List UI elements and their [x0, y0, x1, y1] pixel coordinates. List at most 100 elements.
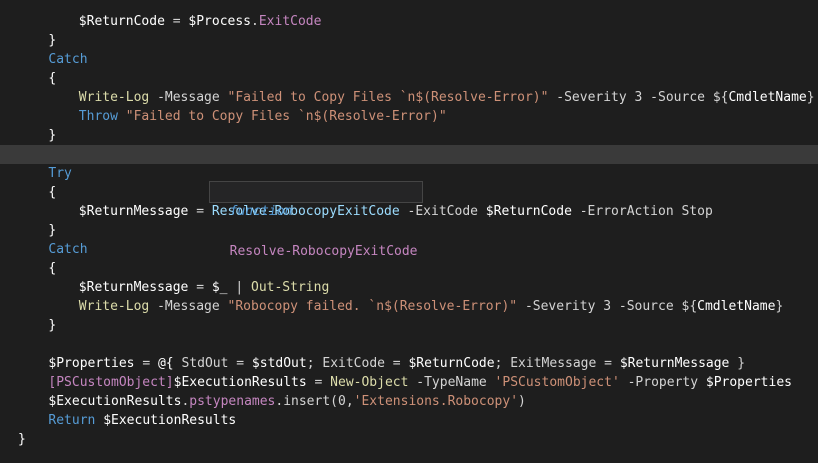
code-token: }	[48, 223, 57, 238]
code-token: Write-Log	[78, 299, 150, 314]
code-token: -ErrorAction	[571, 204, 682, 219]
code-token: }	[775, 299, 784, 314]
code-line-content: {	[48, 259, 56, 278]
code-token: {	[48, 185, 57, 200]
code-token: =	[164, 14, 189, 29]
code-token: $	[78, 204, 87, 219]
code-token: ReturnCode	[86, 14, 165, 29]
code-line[interactable]: $ExecutionResults.pstypenames.insert(0,'…	[0, 392, 818, 411]
code-line-content: Catch	[48, 240, 87, 259]
code-line[interactable]: Write-Log -Message "Robocopy failed. `n$…	[0, 297, 818, 316]
code-token: -ExitCode	[399, 204, 486, 219]
code-token: ReturnMessage	[86, 280, 189, 295]
code-line-content: Catch	[48, 50, 87, 69]
code-token: $_	[211, 280, 228, 295]
code-token: "Failed to Copy Files `n$(Resolve-Error)…	[125, 109, 447, 124]
code-line[interactable]: }	[0, 31, 818, 50]
code-token: New-Object	[330, 375, 409, 390]
code-token: $	[705, 375, 714, 390]
code-token: -Severity	[548, 90, 635, 105]
code-token: $	[619, 356, 628, 371]
code-line-content: $ExecutionResults.pstypenames.insert(0,'…	[48, 392, 525, 411]
code-line-content: {	[48, 69, 56, 88]
code-token: $	[78, 280, 87, 295]
code-token: Properties	[713, 375, 792, 390]
code-token: StdOut =	[173, 356, 252, 371]
code-token: @{	[157, 356, 174, 371]
code-token: stdOut	[259, 356, 307, 371]
code-token: .	[251, 14, 259, 29]
code-token: Return	[48, 413, 96, 428]
hover-tooltip: function Resolve-RobocopyExitCode	[209, 181, 423, 259]
code-token: ReturnCode	[416, 356, 495, 371]
code-token: ${	[681, 299, 698, 314]
code-line[interactable]	[0, 335, 818, 354]
code-token: $	[251, 356, 260, 371]
code-token: }	[806, 90, 815, 105]
code-token: ExecutionResults	[56, 394, 182, 409]
code-line-content: Return $ExecutionResults	[48, 411, 236, 430]
code-line[interactable]: }	[0, 316, 818, 335]
code-line-content: }	[48, 31, 56, 50]
code-token: 'PSCustomObject'	[494, 375, 620, 390]
code-token: Throw	[78, 109, 118, 124]
code-line-content: }	[18, 430, 26, 449]
code-line-content: [PSCustomObject] $ ExecutionResults = New-…	[48, 373, 792, 392]
code-token: -Source	[611, 299, 682, 314]
code-line[interactable]: {	[0, 69, 818, 88]
code-token: }	[729, 356, 746, 371]
code-token: CmdletName	[697, 299, 776, 314]
code-token: -Message	[149, 90, 228, 105]
code-token: 'Extensions.Robocopy'	[353, 394, 519, 409]
code-token: 3	[603, 299, 612, 314]
code-line[interactable]: $Properties = @{ StdOut = $stdOut; ExitC…	[0, 354, 818, 373]
code-line-content: }	[48, 316, 56, 335]
code-line[interactable]: [PSCustomObject] $ ExecutionResults = New-…	[0, 373, 818, 392]
code-token: ${	[712, 90, 729, 105]
code-token: ReturnMessage	[627, 356, 730, 371]
code-token: }	[48, 33, 57, 48]
code-line-content: }	[48, 126, 56, 145]
code-token: Process	[196, 14, 252, 29]
code-token: -Severity	[517, 299, 604, 314]
code-line[interactable]: Catch	[0, 50, 818, 69]
code-line[interactable]: }	[0, 221, 818, 240]
code-line[interactable]: Write-Log -Message "Failed to Copy Files…	[0, 88, 818, 107]
code-token: }	[48, 318, 57, 333]
code-token: "Failed to Copy Files `n$(Resolve-Error)…	[227, 90, 549, 105]
code-token: ReturnMessage	[86, 204, 189, 219]
code-line[interactable]: }	[0, 430, 818, 449]
tooltip-function-name: Resolve-RobocopyExitCode	[229, 244, 418, 259]
code-token: $	[78, 14, 87, 29]
code-token: "Robocopy failed. `n$(Resolve-Error)"	[227, 299, 518, 314]
tooltip-keyword: function	[229, 204, 293, 219]
code-line[interactable]: Return $ExecutionResults	[0, 411, 818, 430]
code-token: Catch	[48, 242, 88, 257]
code-line[interactable]	[0, 145, 818, 164]
code-line-content: $ReturnCode = $Process.ExitCode	[79, 12, 322, 31]
code-token: ; ExitCode =	[306, 356, 409, 371]
code-token: Stop	[681, 204, 713, 219]
code-token: ExecutionResults	[181, 375, 307, 390]
code-line-content: $ReturnMessage = $_ | Out-String	[79, 278, 329, 297]
code-token: CmdletName	[728, 90, 807, 105]
code-token: }	[18, 432, 26, 447]
code-line[interactable]: $ReturnCode = $Process.ExitCode	[0, 12, 818, 31]
code-line[interactable]: }	[0, 126, 818, 145]
code-line[interactable]: $ReturnMessage = $_ | Out-String	[0, 278, 818, 297]
code-line-content: Try	[48, 164, 71, 183]
code-line[interactable]: $ReturnMessage = Resolve-RobocopyExitCod…	[0, 202, 818, 221]
tooltip-space	[230, 224, 238, 239]
code-token: .insert(	[275, 394, 338, 409]
code-token: Catch	[48, 52, 88, 67]
code-line-content: $ReturnMessage = Resolve-RobocopyExitCod…	[79, 202, 713, 221]
code-line-content: $Properties = @{ StdOut = $stdOut; ExitC…	[48, 354, 745, 373]
code-token: 0	[338, 394, 346, 409]
code-token: -Property	[619, 375, 706, 390]
code-line-content: Throw "Failed to Copy Files `n$(Resolve-…	[79, 107, 447, 126]
code-line[interactable]: Throw "Failed to Copy Files `n$(Resolve-…	[0, 107, 818, 126]
code-editor[interactable]: $ReturnCode = $Process.ExitCode} Catch{Wr…	[0, 0, 818, 463]
code-token: $	[485, 204, 494, 219]
code-token: $	[103, 413, 112, 428]
